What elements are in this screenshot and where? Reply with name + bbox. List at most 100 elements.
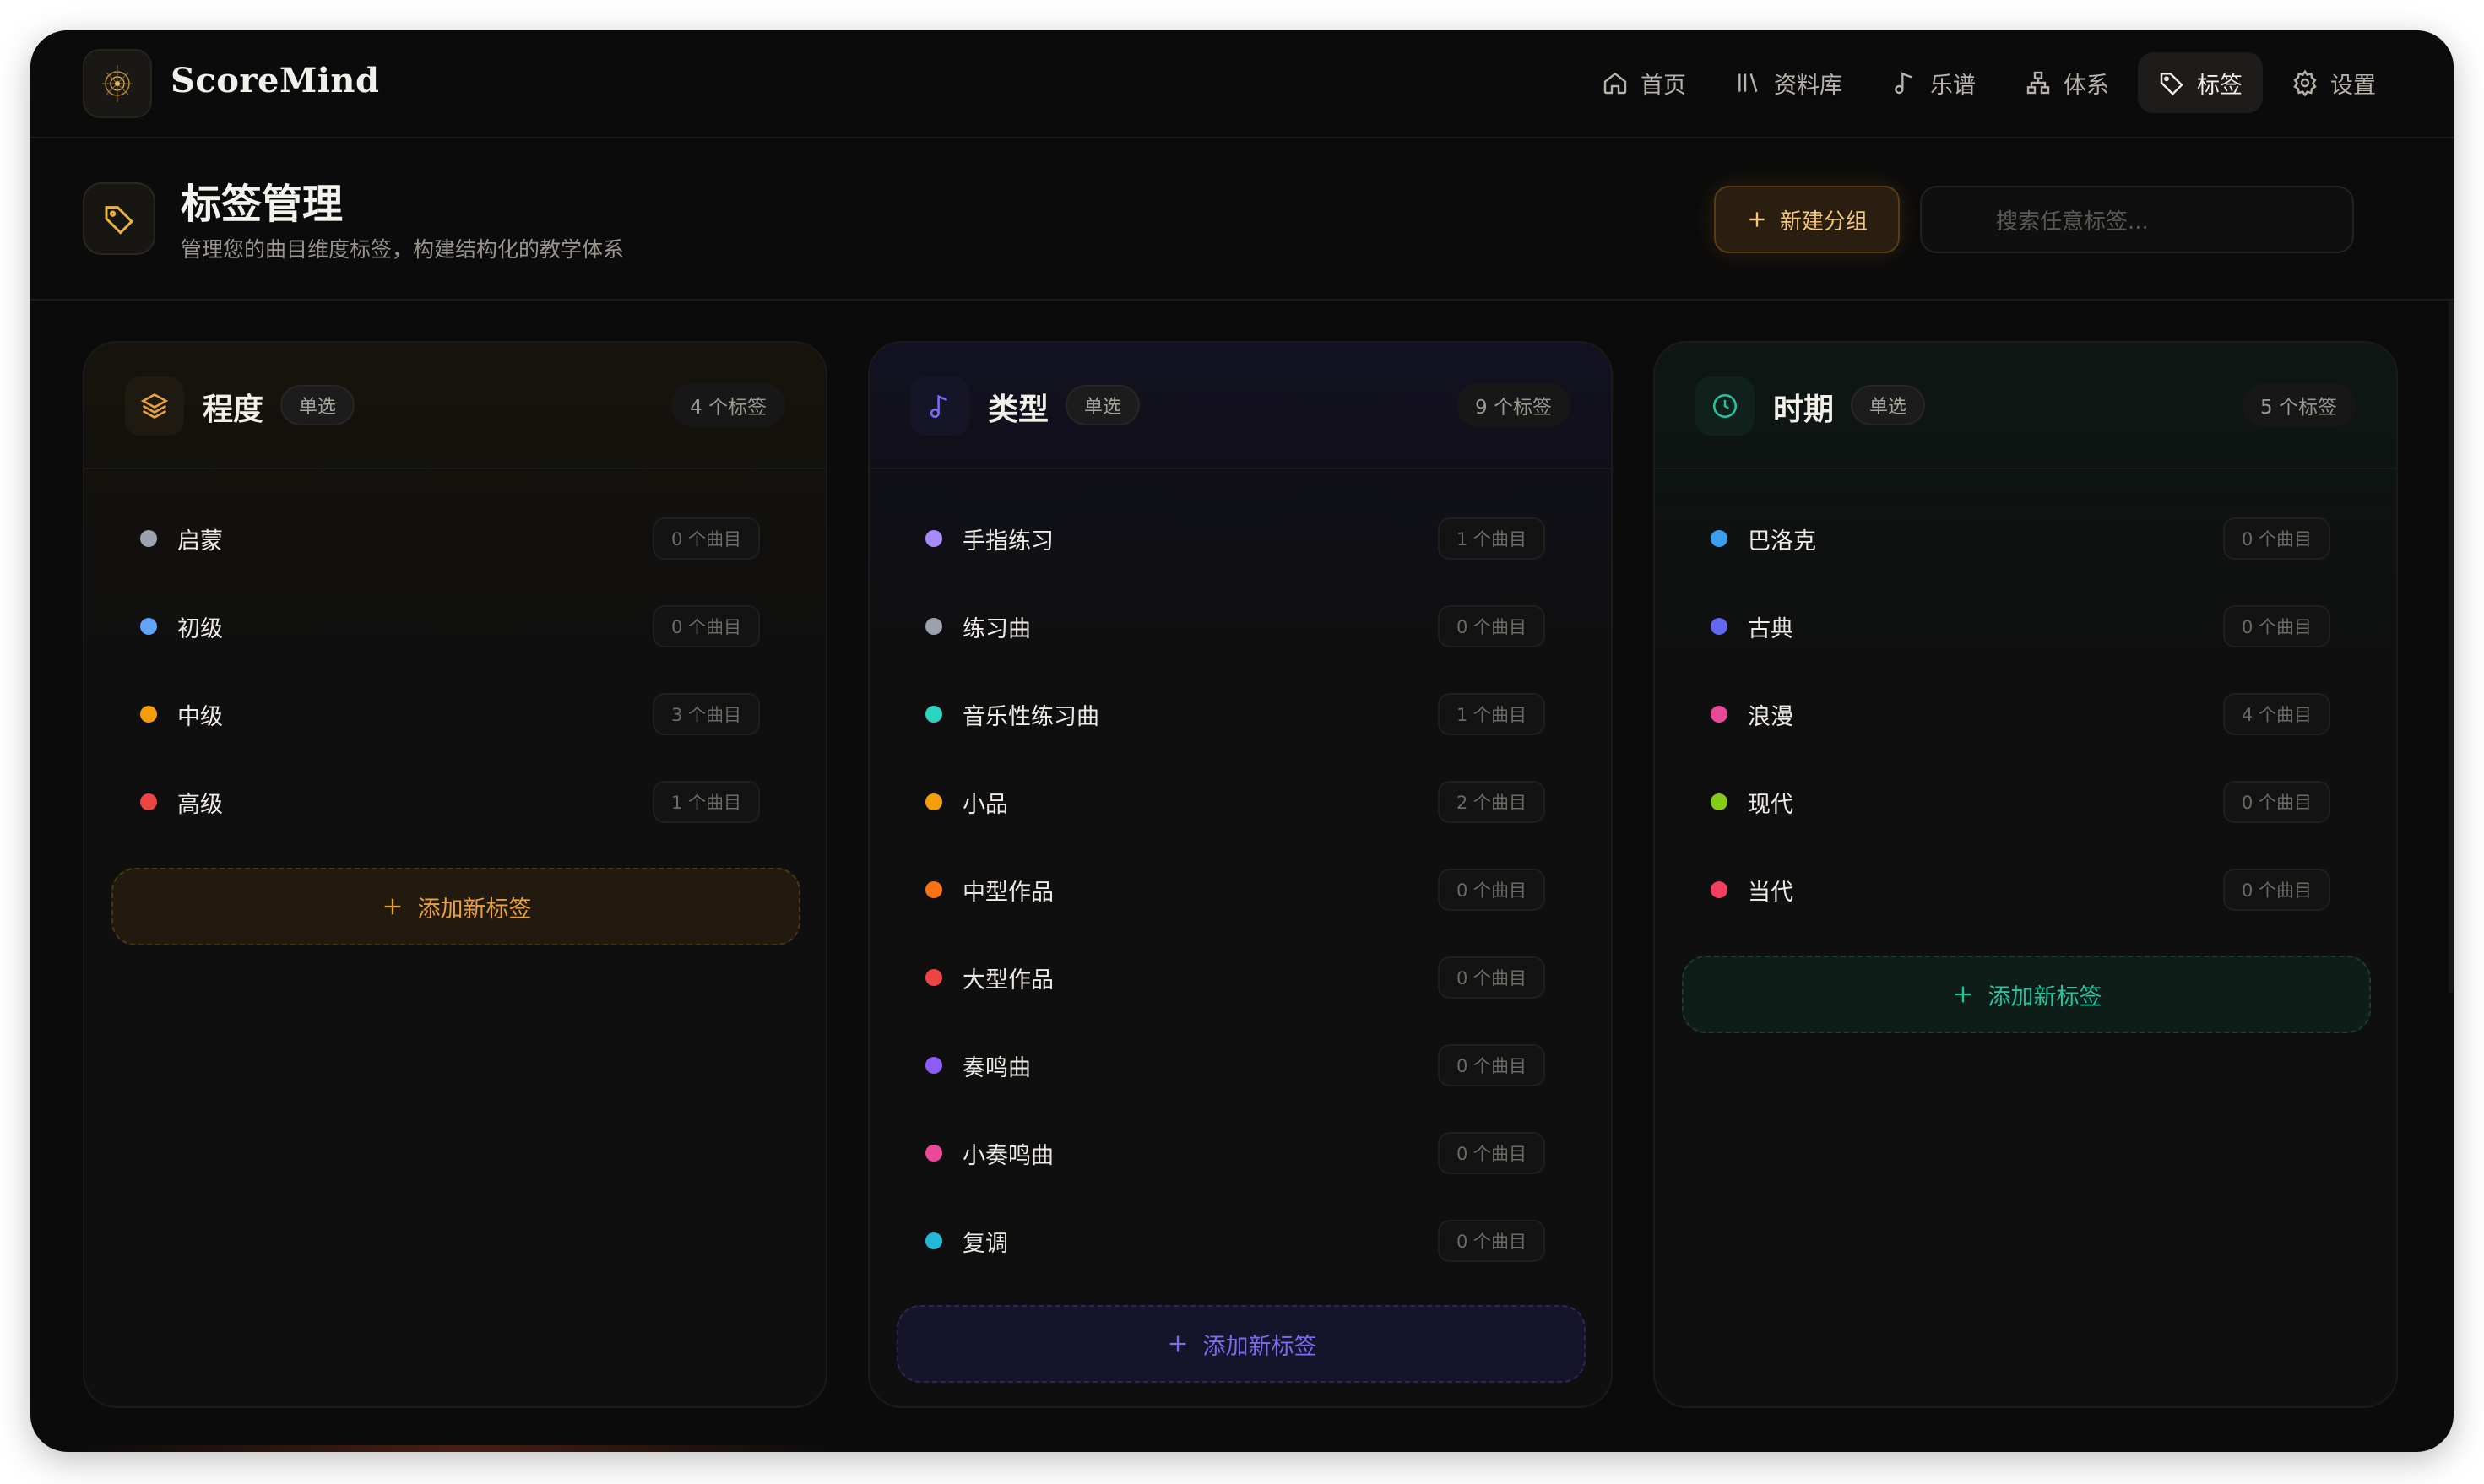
selection-mode-badge: 单选 xyxy=(280,385,355,425)
tag-row[interactable]: 初级 0 个曲目 xyxy=(125,593,789,660)
tag-color-dot xyxy=(925,1145,942,1162)
tag-row[interactable]: 大型作品 0 个曲目 xyxy=(910,944,1574,1011)
nav-item-settings[interactable]: 设置 xyxy=(2271,52,2396,113)
tag-usage-count: 0 个曲目 xyxy=(652,517,760,560)
tag-icon xyxy=(2160,73,2183,96)
page-title: 标签管理 xyxy=(181,181,344,228)
tag-group-card-type: 类型 单选 9 个标签 手指练习 1 个曲目 练习曲 0 个曲目 音乐性练习曲 1 个… xyxy=(868,341,1613,1408)
tag-color-dot xyxy=(925,706,942,723)
tag-row[interactable]: 练习曲 0 个曲目 xyxy=(910,593,1574,660)
nav-label: 标签 xyxy=(2197,72,2243,99)
tag-usage-count: 0 个曲目 xyxy=(2222,869,2330,911)
tag-label: 启蒙 xyxy=(177,528,223,555)
search-placeholder: 搜索任意标签... xyxy=(1996,209,2149,235)
tag-row[interactable]: 当代 0 个曲目 xyxy=(1695,856,2359,923)
tag-color-dot xyxy=(1711,793,1727,810)
tag-usage-count: 0 个曲目 xyxy=(1437,1220,1545,1262)
tag-color-dot xyxy=(140,706,157,723)
tag-color-dot xyxy=(925,530,942,547)
tag-usage-count: 1 个曲目 xyxy=(1437,693,1545,735)
scrollbar[interactable] xyxy=(2449,301,2454,993)
tag-color-dot xyxy=(140,618,157,635)
clock-icon xyxy=(1712,393,1738,419)
tag-row[interactable]: 小品 2 个曲目 xyxy=(910,768,1574,836)
logo-icon xyxy=(102,65,133,102)
tag-color-dot xyxy=(925,1057,942,1074)
tag-label: 复调 xyxy=(963,1230,1008,1257)
new-group-label: 新建分组 xyxy=(1779,209,1868,235)
plus-icon xyxy=(1169,1335,1185,1352)
tag-row[interactable]: 古典 0 个曲目 xyxy=(1695,593,2359,660)
card-header: 类型 单选 9 个标签 xyxy=(870,343,1611,469)
tag-usage-count: 0 个曲目 xyxy=(652,605,760,647)
card-header: 时期 单选 5 个标签 xyxy=(1655,343,2396,469)
nav-item-system[interactable]: 体系 xyxy=(2004,52,2129,113)
tag-row[interactable]: 中型作品 0 个曲目 xyxy=(910,856,1574,923)
tag-usage-count: 4 个曲目 xyxy=(2222,693,2330,735)
tag-count-badge: 9 个标签 xyxy=(1456,383,1570,427)
tag-color-dot xyxy=(925,881,942,898)
tag-row[interactable]: 小奏鸣曲 0 个曲目 xyxy=(910,1119,1574,1187)
nav-item-tags[interactable]: 标签 xyxy=(2138,52,2263,113)
app-logo[interactable] xyxy=(83,49,152,118)
tag-row[interactable]: 中级 3 个曲目 xyxy=(125,680,789,748)
tag-row[interactable]: 奏鸣曲 0 个曲目 xyxy=(910,1032,1574,1099)
group-title: 时期 xyxy=(1773,393,1835,427)
tag-group-card-period: 时期 单选 5 个标签 巴洛克 0 个曲目 古典 0 个曲目 浪漫 4 个曲目 现代 0… xyxy=(1653,341,2398,1408)
nav-label: 设置 xyxy=(2330,72,2376,99)
app-name: ScoreMind xyxy=(171,61,380,100)
tag-label: 当代 xyxy=(1748,879,1793,906)
tag-label: 巴洛克 xyxy=(1748,528,1816,555)
nav-item-library[interactable]: 资料库 xyxy=(1715,52,1863,113)
card-icon-box xyxy=(910,376,969,436)
tag-label: 古典 xyxy=(1748,615,1793,642)
tag-group-card-level: 程度 单选 4 个标签 启蒙 0 个曲目 初级 0 个曲目 中级 3 个曲目 高级 1 … xyxy=(83,341,827,1408)
plus-icon xyxy=(1749,212,1765,227)
tag-row[interactable]: 浪漫 4 个曲目 xyxy=(1695,680,2359,748)
app-window: ScoreMind 首页 资料库 乐谱 体系 标签 设置 标签管理 管理您的曲目… xyxy=(30,30,2454,1452)
tag-label: 奏鸣曲 xyxy=(963,1054,1031,1081)
plus-icon xyxy=(1955,986,1971,1003)
add-tag-button[interactable]: 添加新标签 xyxy=(111,868,800,945)
tag-label: 练习曲 xyxy=(963,615,1031,642)
tag-label: 浪漫 xyxy=(1748,703,1793,730)
tag-row[interactable]: 复调 0 个曲目 xyxy=(910,1207,1574,1275)
add-tag-button[interactable]: 添加新标签 xyxy=(1682,956,2371,1033)
new-group-button[interactable]: 新建分组 xyxy=(1714,186,1900,253)
tag-label: 手指练习 xyxy=(963,528,1054,555)
tag-row[interactable]: 启蒙 0 个曲目 xyxy=(125,505,789,572)
tag-label: 中级 xyxy=(177,703,223,730)
layers-icon xyxy=(140,393,169,420)
tag-row[interactable]: 音乐性练习曲 1 个曲目 xyxy=(910,680,1574,748)
tag-label: 小品 xyxy=(963,791,1008,818)
tag-icon xyxy=(105,206,134,235)
add-tag-button[interactable]: 添加新标签 xyxy=(897,1305,1586,1383)
tag-usage-count: 0 个曲目 xyxy=(1437,1044,1545,1086)
gear-icon xyxy=(2293,69,2317,96)
tag-label: 高级 xyxy=(177,791,223,818)
tag-color-dot xyxy=(925,793,942,810)
tag-color-dot xyxy=(140,530,157,547)
tag-color-dot xyxy=(1711,706,1727,723)
card-icon-box xyxy=(1695,376,1755,436)
add-tag-label: 添加新标签 xyxy=(1202,1333,1317,1360)
tag-color-dot xyxy=(1711,881,1727,898)
nav-item-scores[interactable]: 乐谱 xyxy=(1871,52,1996,113)
card-icon-box xyxy=(125,376,184,436)
tag-count-badge: 5 个标签 xyxy=(2242,383,2356,427)
home-icon xyxy=(1603,72,1627,95)
nav-item-home[interactable]: 首页 xyxy=(1581,52,1706,113)
tag-row[interactable]: 手指练习 1 个曲目 xyxy=(910,505,1574,572)
page-header: 标签管理 管理您的曲目维度标签，构建结构化的教学体系 新建分组 搜索任意标签..… xyxy=(30,140,2454,301)
tag-label: 初级 xyxy=(177,615,223,642)
main-nav: 首页 资料库 乐谱 体系 标签 设置 xyxy=(1581,52,2396,113)
hierarchy-icon xyxy=(2026,71,2050,95)
plus-icon xyxy=(384,898,400,915)
tag-usage-count: 0 个曲目 xyxy=(1437,956,1545,999)
tag-usage-count: 0 个曲目 xyxy=(2222,605,2330,647)
tag-row[interactable]: 巴洛克 0 个曲目 xyxy=(1695,505,2359,572)
search-input[interactable]: 搜索任意标签... xyxy=(1920,186,2354,253)
tag-usage-count: 0 个曲目 xyxy=(1437,1132,1545,1174)
tag-row[interactable]: 现代 0 个曲目 xyxy=(1695,768,2359,836)
tag-row[interactable]: 高级 1 个曲目 xyxy=(125,768,789,836)
